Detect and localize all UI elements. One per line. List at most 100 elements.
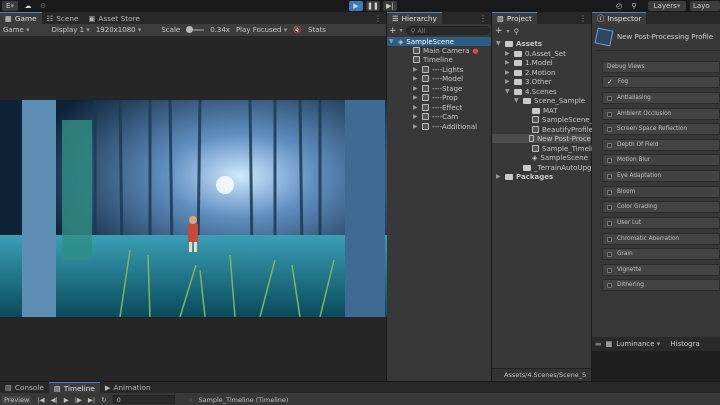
effect-row[interactable]: Vignette xyxy=(602,264,720,276)
project-folder[interactable]: ▼ Scene_Sample xyxy=(514,96,585,105)
play-button[interactable]: ▶ xyxy=(349,1,363,11)
hierarchy-item[interactable]: ▶ ----Lights xyxy=(413,65,463,74)
effect-checkbox[interactable] xyxy=(607,267,612,273)
preview-button[interactable]: Preview xyxy=(2,395,32,404)
scale-slider[interactable] xyxy=(186,26,205,33)
effect-checkbox[interactable] xyxy=(607,251,612,257)
effect-checkbox[interactable] xyxy=(607,157,612,163)
project-folder[interactable]: ▼ 4.Scenes xyxy=(505,87,557,96)
next-frame-icon[interactable]: |▶ xyxy=(75,396,82,404)
play-mode-dropdown[interactable]: Play Focused xyxy=(236,26,287,34)
hierarchy-item[interactable]: Main Camera ● xyxy=(413,46,479,55)
project-asset[interactable]: BeautifyProfile xyxy=(523,125,593,134)
effect-checkbox[interactable] xyxy=(607,282,612,288)
preview-mode-dropdown[interactable]: Luminance xyxy=(616,340,660,348)
tab-animation[interactable]: ▶ Animation xyxy=(100,382,156,393)
hierarchy-add-button[interactable]: + xyxy=(389,26,397,36)
checkmark-icon[interactable]: ✓ xyxy=(607,78,613,86)
effect-row[interactable]: Debug Views xyxy=(602,61,720,73)
effect-checkbox[interactable] xyxy=(607,236,612,242)
hierarchy-item[interactable]: ▶ ----Prop xyxy=(413,93,458,102)
tab-timeline[interactable]: ▤ Timeline xyxy=(48,382,100,393)
play-timeline-icon[interactable]: ▶ xyxy=(64,396,69,404)
pause-button[interactable]: ❚❚ xyxy=(366,1,380,11)
project-asset[interactable]: Sample_Timelin xyxy=(523,144,597,153)
tab-console[interactable]: ▤ Console xyxy=(0,382,49,393)
cloud-icon[interactable]: ☁ xyxy=(22,1,34,11)
stats-button[interactable]: Stats xyxy=(308,26,326,34)
effect-row[interactable]: User Lut xyxy=(602,217,720,229)
project-folder[interactable]: ▼ Assets xyxy=(496,39,542,48)
hierarchy-search-input[interactable]: ⚲ All xyxy=(405,26,490,35)
effect-checkbox[interactable] xyxy=(607,173,612,179)
hierarchy-item-label: ----Stage xyxy=(432,84,463,93)
search-icon[interactable]: ⚲ xyxy=(514,27,520,36)
project-folder[interactable]: MAT xyxy=(523,106,558,115)
project-asset-selected[interactable]: New Post-Proce xyxy=(492,134,591,143)
effect-row[interactable]: Dithering xyxy=(602,279,720,291)
hierarchy-item[interactable]: ▶ ----Stage xyxy=(413,84,462,93)
collab-icon[interactable]: ⚙ xyxy=(37,1,49,11)
hierarchy-item[interactable]: ▶ ----Additional xyxy=(413,122,477,131)
display-dropdown[interactable]: Display 1 xyxy=(52,26,90,34)
game-viewport[interactable] xyxy=(0,100,387,317)
effect-row[interactable]: ✓ Fog xyxy=(602,76,720,88)
effect-row[interactable]: Bloom xyxy=(602,186,720,198)
tab-scene[interactable]: ☷ Scene xyxy=(42,12,84,24)
project-folder[interactable]: ▶ 1.Model xyxy=(505,58,553,67)
effect-checkbox[interactable] xyxy=(607,189,612,195)
project-folder[interactable]: ▶ Packages xyxy=(496,172,553,181)
tab-project[interactable]: ▧ Project xyxy=(492,12,537,24)
effect-row[interactable]: Color Grading xyxy=(602,201,720,213)
hierarchy-item[interactable]: ▶ ----Model xyxy=(413,74,463,83)
resolution-dropdown[interactable]: 1920x1080 xyxy=(96,26,142,34)
project-asset[interactable]: ◈ SampleScene xyxy=(523,153,588,162)
project-folder[interactable]: ▶ 2.Motion xyxy=(505,68,555,77)
hierarchy-item[interactable]: ▶ ----Effect xyxy=(413,103,462,112)
history-icon[interactable]: ◴ xyxy=(613,1,625,11)
layers-dropdown[interactable]: Layers ▾ xyxy=(648,1,686,11)
search-icon[interactable]: ⚲ xyxy=(628,1,640,11)
prev-frame-icon[interactable]: ◀| xyxy=(51,396,58,404)
tab-hierarchy[interactable]: ☰ Hierarchy xyxy=(387,12,442,24)
effect-checkbox[interactable] xyxy=(607,204,612,210)
effect-row[interactable]: Antialiasing xyxy=(602,92,720,104)
frame-input[interactable]: 0 xyxy=(112,395,175,404)
histogram-dropdown[interactable]: Histogra xyxy=(670,340,700,348)
hierarchy-menu-icon[interactable]: ⋮ xyxy=(479,14,487,23)
tab-asset-store[interactable]: ▣ Asset Store xyxy=(83,12,144,24)
project-add-button[interactable]: + xyxy=(495,26,503,36)
hierarchy-scene-row[interactable]: ▼ ◈ SampleScene xyxy=(387,37,491,46)
effect-row[interactable]: Screen Space Reflection xyxy=(602,123,720,135)
step-button[interactable]: ▶| xyxy=(383,1,397,11)
effect-checkbox[interactable] xyxy=(607,142,612,148)
effect-checkbox[interactable] xyxy=(607,220,612,226)
account-dropdown[interactable]: E ▾ xyxy=(2,1,18,11)
tab-inspector[interactable]: ⓘ Inspector xyxy=(592,12,647,24)
project-folder[interactable]: ▶ 3.Other xyxy=(505,77,552,86)
effect-row[interactable]: Eye Adaptation xyxy=(602,170,720,182)
effect-checkbox[interactable] xyxy=(607,111,612,117)
hierarchy-item[interactable]: ▶ ----Cam xyxy=(413,112,458,121)
last-frame-icon[interactable]: ▶| xyxy=(88,396,95,404)
project-folder[interactable]: ▶ 0.Asset_Set xyxy=(505,49,566,58)
effect-row[interactable]: Chromatic Aberration xyxy=(602,233,720,245)
hierarchy-item[interactable]: Timeline xyxy=(413,55,453,64)
mute-icon[interactable]: 🔇 xyxy=(293,26,302,34)
project-menu-icon[interactable]: ⋮ xyxy=(579,14,587,23)
effect-row[interactable]: Motion Blur xyxy=(602,154,720,166)
effect-checkbox[interactable] xyxy=(607,95,612,101)
preview-toggle-icon[interactable]: ▬ xyxy=(595,340,602,348)
loop-icon[interactable]: ↻ xyxy=(101,396,106,404)
game-menu-icon[interactable]: ⋮ xyxy=(374,14,382,23)
tab-game[interactable]: ▦ Game xyxy=(0,12,42,24)
first-frame-icon[interactable]: |◀ xyxy=(37,396,44,404)
effect-row[interactable]: Depth Of Field xyxy=(602,139,720,151)
effect-row[interactable]: Ambient Occlusion xyxy=(602,108,720,120)
display-mode-dropdown[interactable]: Game xyxy=(3,26,30,34)
layout-dropdown[interactable]: Layo xyxy=(690,1,720,11)
project-asset[interactable]: SampleScene_P xyxy=(523,115,597,124)
effect-row[interactable]: Grain xyxy=(602,248,720,260)
scale-slider-handle[interactable] xyxy=(186,26,194,33)
effect-checkbox[interactable] xyxy=(607,126,612,132)
